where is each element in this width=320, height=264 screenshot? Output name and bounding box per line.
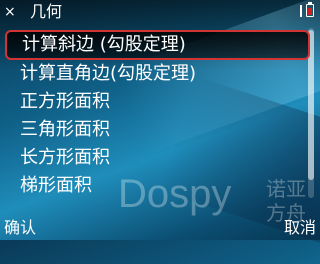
menu-item-square-area[interactable]: 正方形面积 xyxy=(0,88,320,116)
menu-item-leg[interactable]: 计算直角边(勾股定理) xyxy=(0,60,320,88)
title-bar: × 几何 xyxy=(0,0,320,26)
signal-bar-icon xyxy=(300,4,302,17)
menu-item-rectangle-area[interactable]: 长方形面积 xyxy=(0,144,320,172)
menu-item-triangle-area[interactable]: 三角形面积 xyxy=(0,116,320,144)
confirm-softkey[interactable]: 确认 xyxy=(4,218,36,238)
status-indicators xyxy=(300,2,314,17)
watermark-logo-text: Dospy xyxy=(118,172,232,216)
page-title: 几何 xyxy=(30,2,63,21)
close-icon[interactable]: × xyxy=(4,4,16,20)
cancel-softkey[interactable]: 取消 xyxy=(284,218,316,238)
menu-item-hypotenuse[interactable]: 计算斜边 (勾股定理) xyxy=(5,30,310,60)
watermark-cn-line1: 诺亚 xyxy=(266,177,306,201)
battery-icon xyxy=(306,2,314,17)
